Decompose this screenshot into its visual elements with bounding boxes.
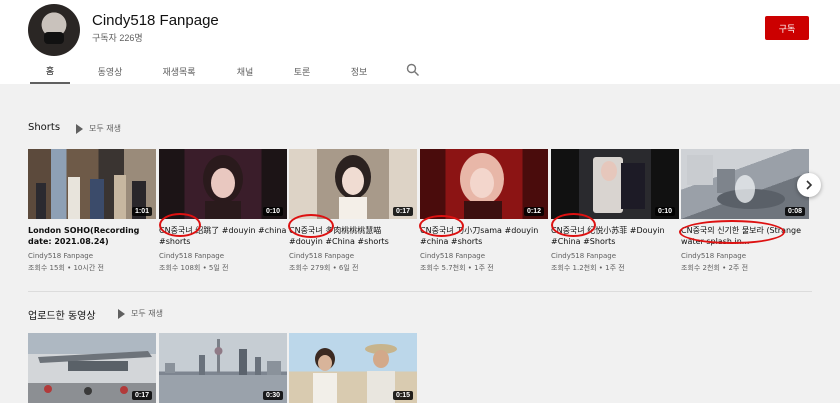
subscribe-button[interactable]: 구독 (765, 16, 809, 40)
video-channel[interactable]: Cindy518 Fanpage (551, 252, 679, 260)
duration-badge: 0:30 (262, 391, 283, 400)
video-thumbnail[interactable]: 1:01 (28, 149, 156, 219)
video-card[interactable]: 1:01 London SOHO(Recording date: 2021.08… (28, 149, 156, 273)
chevron-right-icon (806, 180, 813, 190)
play-icon (76, 123, 83, 134)
channel-avatar[interactable] (28, 4, 80, 56)
annotation-circle (419, 215, 464, 237)
channel-header: Cindy518 Fanpage 구독자 226명 구독 홈 동영상 재생목록 … (0, 0, 840, 84)
video-channel[interactable]: Cindy518 Fanpage (420, 252, 548, 260)
video-card[interactable]: 0:10 CN중국녀 绍跳了 #douyin #china #shorts Ci… (159, 149, 287, 273)
video-title[interactable]: London SOHO(Recording date: 2021.08.24) (28, 225, 156, 247)
video-meta: 조회수 108회 • 5일 전 (159, 264, 229, 272)
video-thumbnail[interactable]: 0:15 (289, 333, 417, 403)
duration-badge: 1:01 (131, 207, 152, 216)
duration-badge: 0:17 (131, 391, 152, 400)
tab-home[interactable]: 홈 (30, 58, 70, 84)
section-divider (28, 291, 812, 292)
avatar-mask-detail (44, 32, 64, 44)
video-thumbnail[interactable]: 0:10 (159, 149, 287, 219)
video-meta: 조회수 15회 • 10시간 전 (28, 264, 104, 272)
duration-badge: 0:10 (262, 207, 283, 216)
video-meta: 조회수 279회 • 6일 전 (289, 264, 359, 272)
video-card[interactable]: 0:17 (28, 333, 156, 403)
play-all-label: 모두 재생 (131, 309, 163, 318)
annotation-circle (551, 213, 596, 237)
duration-badge: 0:10 (654, 207, 675, 216)
tab-playlists[interactable]: 재생목록 (156, 58, 202, 84)
video-card[interactable]: 0:10 CN중국녀 纪悦小苏菲 #Douyin #China #Shorts … (551, 149, 679, 273)
shorts-section-title: Shorts (28, 122, 61, 133)
video-meta: 조회수 2천회 • 2주 전 (681, 264, 749, 272)
uploads-section-title: 업로드한 동영상 (28, 311, 96, 322)
video-card[interactable]: 0:15 (289, 333, 417, 403)
video-channel[interactable]: Cindy518 Fanpage (681, 252, 809, 260)
duration-badge: 0:12 (523, 207, 544, 216)
tab-about[interactable]: 정보 (344, 58, 374, 84)
video-channel[interactable]: Cindy518 Fanpage (289, 252, 417, 260)
video-thumbnail[interactable]: 0:12 (420, 149, 548, 219)
video-channel[interactable]: Cindy518 Fanpage (159, 252, 287, 260)
carousel-next-button[interactable] (797, 173, 821, 197)
video-thumbnail[interactable]: 0:17 (289, 149, 417, 219)
video-channel[interactable]: Cindy518 Fanpage (28, 252, 156, 260)
annotation-circle (679, 220, 785, 244)
video-card[interactable]: 0:30 (159, 333, 287, 403)
tab-videos[interactable]: 동영상 (92, 58, 128, 84)
search-icon[interactable] (406, 63, 420, 77)
video-card[interactable]: 0:08 CN중국의 신기한 물보라 (Strange water splash… (681, 149, 809, 273)
tab-channels[interactable]: 채널 (230, 58, 260, 84)
video-thumbnail[interactable]: 0:08 (681, 149, 809, 219)
uploads-play-all-button[interactable]: 모두 재생 (118, 308, 163, 319)
play-icon (118, 308, 125, 319)
duration-badge: 0:15 (392, 391, 413, 400)
annotation-circle (159, 213, 201, 237)
shorts-play-all-button[interactable]: 모두 재생 (76, 123, 121, 134)
video-thumbnail[interactable]: 0:30 (159, 333, 287, 403)
duration-badge: 0:17 (392, 207, 413, 216)
tab-discussion[interactable]: 토론 (287, 58, 317, 84)
video-card[interactable]: 0:12 CN중국녀 刀小刀sama #douyin #china #short… (420, 149, 548, 273)
annotation-circle (288, 214, 334, 238)
video-meta: 조회수 1.2천회 • 1주 전 (551, 264, 625, 272)
subscriber-count: 구독자 226명 (92, 33, 143, 43)
video-card[interactable]: 0:17 CN중국녀 多肉桃桃桃慧喵 #douyin #China #short… (289, 149, 417, 273)
video-thumbnail[interactable]: 0:10 (551, 149, 679, 219)
video-thumbnail[interactable]: 0:17 (28, 333, 156, 403)
channel-name: Cindy518 Fanpage (92, 12, 219, 29)
duration-badge: 0:08 (784, 207, 805, 216)
video-meta: 조회수 5.7천회 • 1주 전 (420, 264, 494, 272)
play-all-label: 모두 재생 (89, 124, 121, 133)
